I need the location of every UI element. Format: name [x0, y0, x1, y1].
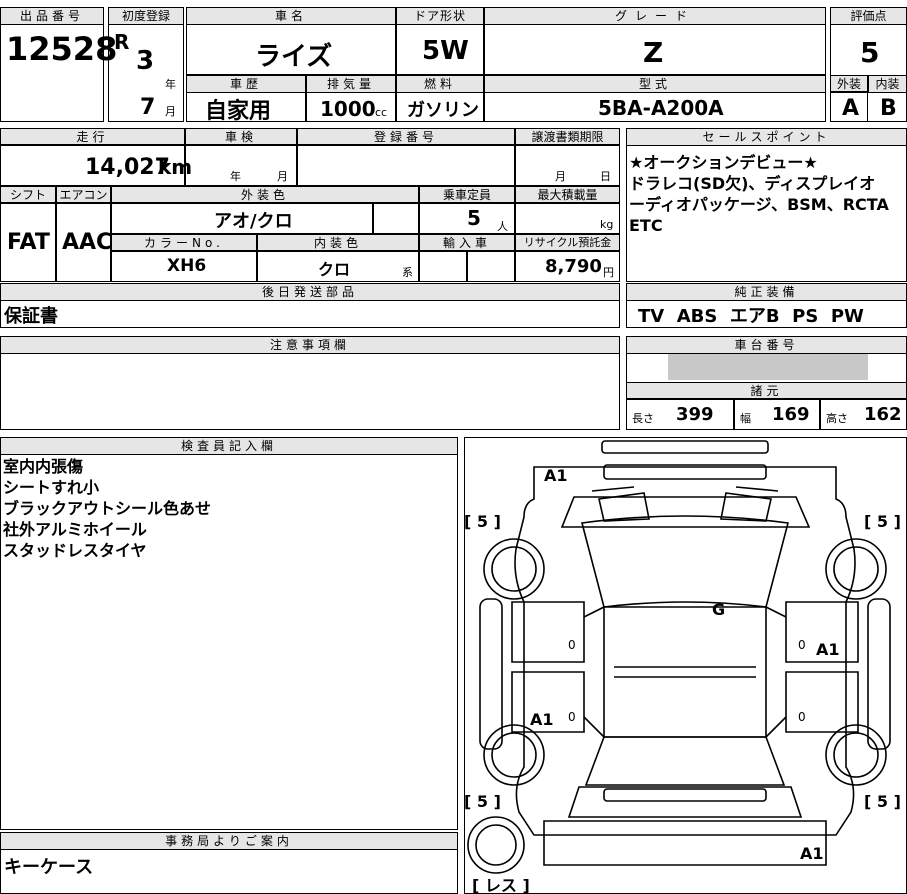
- exterior-grade: A: [842, 96, 860, 121]
- tire-fr-condition: [ 5 ]: [864, 512, 901, 531]
- sales-point-text: ★オークションデビュー★ ドラレコ(SD欠)、ディスプレイオ ーディオパッケージ…: [629, 152, 905, 236]
- insp-month-unit: 月: [277, 170, 288, 183]
- grade: Z: [643, 36, 664, 69]
- equipment-value: TV ABS エアB PS PW: [638, 306, 864, 327]
- chassis-redaction: [668, 354, 868, 380]
- later-parts-value: 保証書: [4, 306, 58, 327]
- capacity-unit: 人: [497, 220, 508, 233]
- office-label: 事務局よりご案内: [0, 832, 458, 850]
- height: 162: [864, 404, 902, 425]
- length: 399: [676, 404, 714, 425]
- inspector-notes: 室内内張傷 シートすれ小 ブラックアウトシール色あせ 社外アルミホイール スタッ…: [3, 456, 453, 561]
- model: 5BA-A200A: [598, 96, 724, 120]
- spare-tire-condition: [ レス ]: [472, 876, 530, 894]
- damage-mark-front: A1: [544, 466, 568, 485]
- int-color-unit: 系: [402, 266, 413, 279]
- color-no: XH6: [167, 256, 207, 276]
- insp-year-unit: 年: [230, 170, 241, 183]
- interior-label: 内装: [868, 75, 907, 93]
- regno-cell: [297, 144, 515, 186]
- zero-mark: 0: [798, 638, 806, 652]
- zero-mark: 0: [568, 638, 576, 652]
- chassis-label: 車台番号: [626, 336, 907, 354]
- office-value: キーケース: [4, 857, 94, 878]
- width-label: 幅: [740, 412, 751, 425]
- reg-year: 3: [136, 46, 155, 76]
- era: R: [114, 30, 130, 54]
- front-plate-outline: [601, 440, 769, 454]
- inspector-line: スタッドレスタイヤ: [3, 541, 147, 560]
- sales-point-line: ★オークションデビュー★: [629, 153, 818, 172]
- month-unit: 月: [165, 105, 176, 118]
- load-unit: kg: [600, 218, 614, 231]
- car-diagram: [ 5 ] [ 5 ] [ 5 ] [ 5 ] [ レス ] A1 G A1 A…: [464, 440, 901, 894]
- ext-color-cell-2: [373, 202, 419, 234]
- width: 169: [772, 404, 810, 425]
- car-name: ライズ: [255, 42, 333, 72]
- displacement: 1000: [320, 97, 376, 121]
- damage-mark-left-rear: A1: [530, 710, 554, 729]
- int-color: クロ: [318, 260, 351, 279]
- inspector-line: 社外アルミホイール: [3, 520, 147, 539]
- tire-fl-condition: [ 5 ]: [464, 512, 501, 531]
- first-reg-label: 初度登録: [108, 7, 184, 25]
- year-unit: 年: [165, 78, 176, 91]
- lot-no: 12528: [6, 30, 118, 68]
- score: 5: [860, 36, 880, 69]
- sales-point-line: ETC: [629, 216, 663, 235]
- damage-mark-right-door: A1: [816, 640, 840, 659]
- damage-mark-windshield: G: [712, 600, 725, 619]
- door: 5W: [422, 36, 469, 66]
- inspector-line: ブラックアウトシール色あせ: [3, 499, 212, 518]
- lot-no-label: 出品番号: [0, 7, 104, 25]
- history: 自家用: [205, 99, 272, 124]
- grade-label: グレード: [484, 7, 826, 25]
- tire-rr-condition: [ 5 ]: [864, 792, 901, 811]
- ac: AAC: [62, 230, 113, 255]
- notes-label: 注意事項欄: [0, 336, 620, 354]
- car-name-label: 車名: [186, 7, 396, 25]
- inspector-line: シートすれ小: [3, 478, 100, 497]
- import-cell: [419, 250, 467, 282]
- recycle-unit: 円: [603, 266, 614, 279]
- sales-point-label: セールスポイント: [626, 128, 907, 146]
- transfer-month: 月: [555, 170, 566, 183]
- capacity: 5: [467, 206, 481, 230]
- cc-unit: cc: [375, 106, 388, 119]
- interior-grade: B: [880, 96, 897, 121]
- shift: FAT: [7, 230, 50, 255]
- tire-rl-condition: [ 5 ]: [464, 792, 501, 811]
- zero-mark: 0: [568, 710, 576, 724]
- later-parts-label: 後日発送部品: [0, 283, 620, 301]
- import-cell-2: [467, 250, 515, 282]
- sales-point-line: ドラレコ(SD欠)、ディスプレイオ: [629, 174, 876, 193]
- equipment-label: 純正装備: [626, 283, 907, 301]
- length-label: 長さ: [632, 412, 654, 425]
- zero-mark: 0: [798, 710, 806, 724]
- transfer-day: 日: [600, 170, 611, 183]
- inspector-label: 検査員記入欄: [0, 437, 458, 455]
- fuel: ガソリン: [407, 100, 479, 121]
- recycle: 8,790: [545, 256, 602, 277]
- sales-point-line: ーディオパッケージ、BSM、RCTA: [629, 195, 889, 214]
- inspector-line: 室内内張傷: [3, 457, 84, 476]
- score-label: 評価点: [830, 7, 907, 25]
- height-label: 高さ: [826, 412, 848, 425]
- ext-color: アオ/クロ: [214, 211, 293, 232]
- damage-mark-rear: A1: [800, 844, 824, 863]
- door-label: ドア形状: [396, 7, 484, 25]
- reg-month: 7: [140, 95, 156, 120]
